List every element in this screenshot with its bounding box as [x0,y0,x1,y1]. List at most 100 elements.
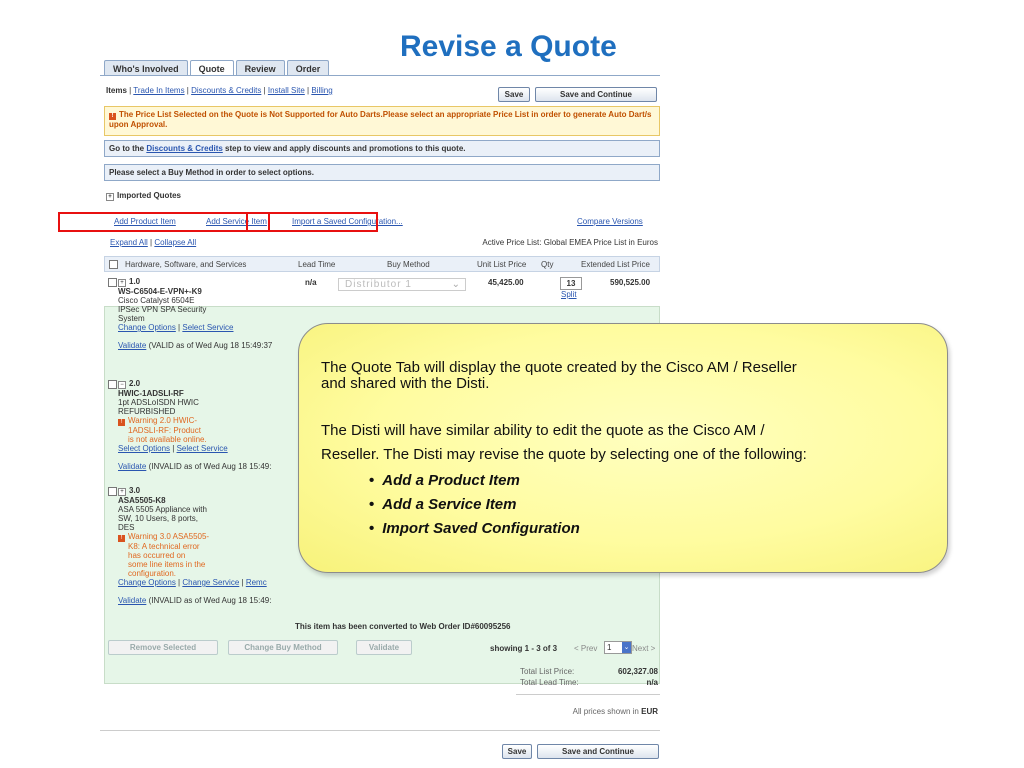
expand-collapse: Expand All | Collapse All [110,238,197,247]
row3-warning-3: has occurred on [128,551,186,560]
step-billing[interactable]: Billing [311,86,332,95]
callout-line-3: The Disti will have similar ability to e… [321,422,765,439]
row1-validate-status: (VALID as of Wed Aug 18 15:49:37 [148,341,273,350]
save-continue-button-bottom[interactable]: Save and Continue [537,744,659,759]
remove-selected-button[interactable]: Remove Selected [108,640,218,655]
row1-number: 1.0 [129,277,141,286]
step-items: Items [106,86,127,95]
row3-validate[interactable]: Validate [118,596,146,605]
row2-number: 2.0 [129,379,141,388]
expand-icon[interactable]: + [118,488,126,496]
row1-desc-1: Cisco Catalyst 6504E [118,296,195,305]
expand-all-link[interactable]: Expand All [110,238,148,247]
total-lead-time-value: n/a [646,678,658,687]
row1-validate[interactable]: Validate [118,341,146,350]
change-buy-method-button[interactable]: Change Buy Method [228,640,338,655]
row2-warning-2: 1ADSLI-RF: Product [128,426,201,435]
row2-select-options[interactable]: Select Options [118,444,170,453]
row3-number: 3.0 [129,486,141,495]
row1-extended-price: 590,525.00 [610,278,651,287]
expand-icon[interactable]: + [118,279,126,287]
row1-desc-3: System [118,314,145,323]
col-buy-method: Buy Method [387,260,430,269]
table-row: +3.0 ASA5505-K8 ASA 5505 Appliance with … [118,486,272,605]
callout-options: Add a Product Item Add a Service Item Im… [369,469,580,541]
row3-remove[interactable]: Remc [246,578,267,587]
row3-warning-1: Warning 3.0 ASA5505- [128,532,210,541]
col-unit-price: Unit List Price [477,260,527,269]
row1-unit-price: 45,425.00 [488,278,524,287]
callout-option-import: Import Saved Configuration [369,517,580,541]
imported-quotes[interactable]: + Imported Quotes [106,191,181,201]
row1-split-link[interactable]: Split [561,290,577,299]
collapse-icon[interactable]: − [118,381,126,389]
row2-desc-2: REFURBISHED [118,407,176,416]
save-button-bottom[interactable]: Save [502,744,532,759]
row1-change-options[interactable]: Change Options [118,323,176,332]
page-select[interactable]: 1 ⌄ [604,641,632,654]
footer-divider [100,730,660,731]
table-row: +1.0 WS-C6504-E-VPN+-K9 Cisco Catalyst 6… [118,277,273,350]
warning-icon: ! [109,113,116,120]
tab-whos-involved[interactable]: Who's Involved [104,60,188,76]
row1-buy-method-select[interactable]: Distributor 1 ⌄ [338,278,466,291]
row3-checkbox[interactable] [108,487,117,496]
page-value: 1 [607,643,612,652]
col-hardware: Hardware, Software, and Services [125,260,247,269]
discounts-link[interactable]: Discounts & Credits [146,144,222,153]
table-header: Hardware, Software, and Services Lead Ti… [104,256,660,272]
row1-qty-input[interactable]: 13 [560,277,582,290]
tab-bar: Who's Involved Quote Review Order [104,60,331,76]
highlight-add-items [58,212,270,232]
row1-part: WS-C6504-E-VPN+-K9 [118,287,202,296]
price-list-warning-text: The Price List Selected on the Quote is … [109,110,652,129]
step-trade-in[interactable]: Trade In Items [133,86,184,95]
total-lead-time-label: Total Lead Time: [520,678,579,687]
row2-validate-status: (INVALID as of Wed Aug 18 15:49: [148,462,272,471]
row2-validate[interactable]: Validate [118,462,146,471]
row3-change-options[interactable]: Change Options [118,578,176,587]
prev-link[interactable]: < Prev [574,644,597,653]
row2-part: HWIC-1ADSLI-RF [118,389,184,398]
col-lead-time: Lead Time [298,260,336,269]
compare-versions-link[interactable]: Compare Versions [577,217,643,226]
imported-quotes-label: Imported Quotes [117,191,182,200]
row3-change-service[interactable]: Change Service [182,578,239,587]
pagination-showing: showing 1 - 3 of 3 [490,644,558,653]
discount-message: Go to the Discounts & Credits step to vi… [104,140,660,157]
highlight-import-configuration [246,212,378,232]
buy-method-message: Please select a Buy Method in order to s… [104,164,660,181]
row1-buy-method-value: Distributor 1 [345,279,412,290]
row1-checkbox[interactable] [108,278,117,287]
total-list-price-label: Total List Price: [520,667,575,676]
row2-select-service[interactable]: Select Service [177,444,228,453]
step-discounts[interactable]: Discounts & Credits [191,86,261,95]
callout-line-4: Reseller. The Disti may revise the quote… [321,446,807,463]
step-nav: Items | Trade In Items | Discounts & Cre… [106,86,333,95]
row1-desc-2: IPSec VPN SPA Security [118,305,207,314]
explanation-callout: The Quote Tab will display the quote cre… [298,323,948,573]
row3-warning-2: K8: A technical error [128,542,200,551]
callout-line-2: and shared with the Disti. [321,375,490,392]
tab-review[interactable]: Review [235,60,285,76]
next-link[interactable]: Next > [632,644,655,653]
validate-button[interactable]: Validate [356,640,412,655]
tab-quote[interactable]: Quote [189,60,234,76]
converted-message: This item has been converted to Web Orde… [295,622,511,631]
save-button-top[interactable]: Save [498,87,530,102]
row3-part: ASA5505-K8 [118,496,166,505]
tab-order[interactable]: Order [286,60,330,76]
row3-validate-status: (INVALID as of Wed Aug 18 15:49: [148,596,272,605]
collapse-all-link[interactable]: Collapse All [154,238,196,247]
discount-text-post: step to view and apply discounts and pro… [225,144,466,153]
row2-checkbox[interactable] [108,380,117,389]
discount-text-pre: Go to the [109,144,145,153]
row1-select-service[interactable]: Select Service [182,323,233,332]
select-all-checkbox[interactable] [109,260,118,269]
row2-warning-3: is not available online. [128,435,207,444]
step-install-site[interactable]: Install Site [268,86,305,95]
save-continue-button-top[interactable]: Save and Continue [535,87,657,102]
callout-option-product: Add a Product Item [369,469,580,493]
row1-lead-time: n/a [305,278,317,287]
chevron-down-icon: ⌄ [622,642,631,653]
